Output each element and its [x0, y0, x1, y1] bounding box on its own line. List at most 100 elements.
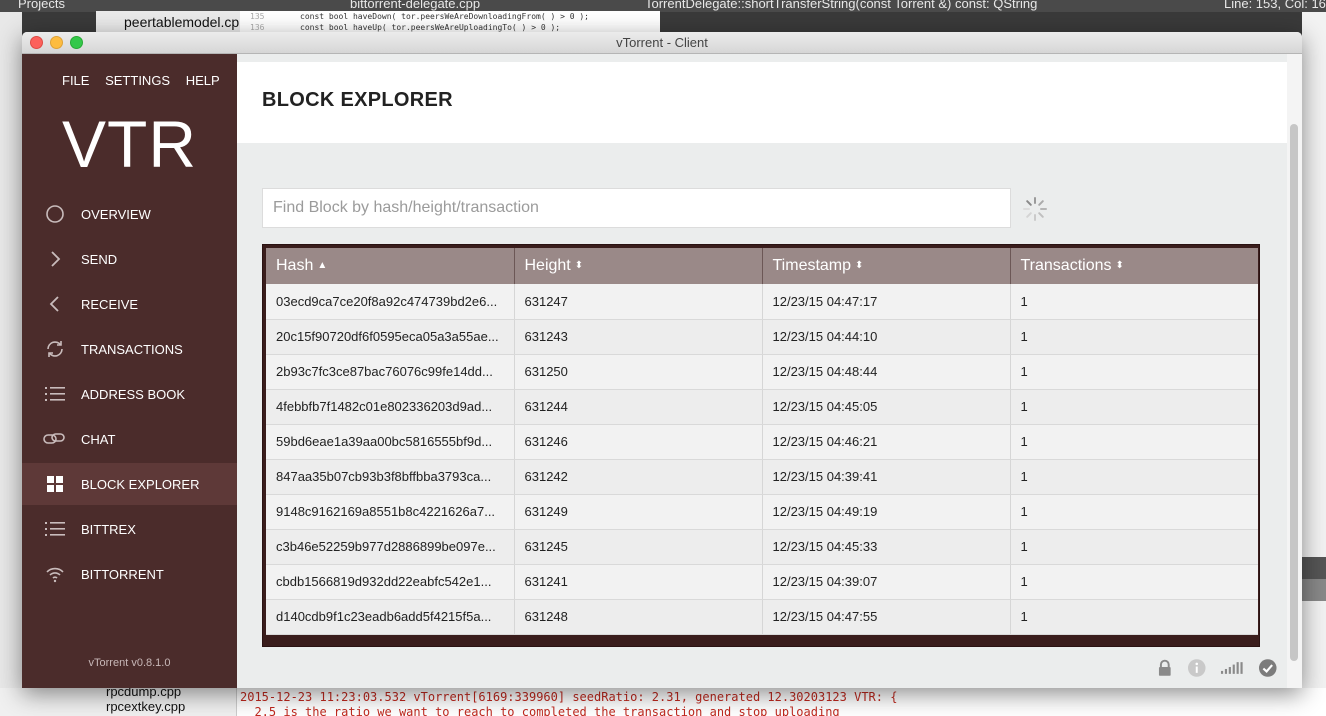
signal-icon[interactable] [1220, 661, 1243, 675]
table-row[interactable]: cbdb1566819d932dd22eabfc542e1... 631241 12… [266, 564, 1258, 600]
table-header-row: Hash ▲ Height ⬍ Timestamp ⬍ Transactions ⬍ [266, 248, 1258, 284]
sidebar-item-bittorrent[interactable]: BITTORRENT [22, 553, 237, 595]
sidebar-item-label: RECEIVE [81, 296, 139, 312]
wifi-icon [38, 562, 72, 586]
cell-height: 631243 [514, 319, 763, 355]
sort-both-icon: ⬍ [855, 260, 864, 272]
cell-transactions: 1 [1010, 459, 1258, 495]
ide-right-panel [1302, 12, 1326, 716]
blocks-table: Hash ▲ Height ⬍ Timestamp ⬍ Transactions ⬍ 0… [266, 248, 1258, 635]
cell-hash: cbdb1566819d932dd22eabfc542e1... [266, 564, 515, 600]
sidebar-item-receive[interactable]: RECEIVE [22, 283, 237, 325]
cell-timestamp: 12/23/15 04:45:05 [762, 389, 1011, 425]
cell-timestamp: 12/23/15 04:46:21 [762, 424, 1011, 460]
sidebar-item-label: BITTORRENT [81, 566, 164, 582]
sidebar-item-chat[interactable]: CHAT [22, 418, 237, 460]
table-row[interactable]: c3b46e52259b977d2886899be097e... 631245 12… [266, 529, 1258, 565]
cell-hash: 847aa35b07cb93b3f8bffbba3793ca... [266, 459, 515, 495]
page-header: BLOCK EXPLORER [237, 62, 1287, 143]
vertical-scrollbar[interactable] [1287, 54, 1302, 688]
app-window: vTorrent - Client FILE SETTINGS HELP VTR… [22, 32, 1302, 688]
ide-console-output: 2015-12-23 11:23:03.532 vTorrent[6169:33… [236, 688, 1326, 716]
table-row[interactable]: 2b93c7fc3ce87bac76076c99fe14dd... 631250 1… [266, 354, 1258, 390]
cell-height: 631242 [514, 459, 763, 495]
sidebar-item-label: CHAT [81, 431, 116, 447]
sort-both-icon: ⬍ [1115, 260, 1124, 272]
menu-help[interactable]: HELP [186, 73, 220, 88]
cell-height: 631246 [514, 424, 763, 460]
table-row[interactable]: 9148c9162169a8551b8c4221626a7... 631249 12… [266, 494, 1258, 530]
status-bar [1157, 656, 1277, 680]
sidebar-item-block-explorer[interactable]: BLOCK EXPLORER [22, 463, 237, 505]
info-icon[interactable] [1187, 658, 1207, 678]
check-circle-icon[interactable] [1258, 658, 1278, 678]
sidebar-item-label: ADDRESS BOOK [81, 386, 186, 402]
ide-file-peertablemodel[interactable]: peertablemodel.cpp [96, 11, 246, 33]
cell-timestamp: 12/23/15 04:47:17 [762, 284, 1011, 320]
cell-height: 631249 [514, 494, 763, 530]
sidebar-item-bittrex[interactable]: BITTREX [22, 508, 237, 550]
ide-projects-label: Projects [18, 0, 65, 11]
cell-hash: 20c15f90720df6f0595eca05a3a55ae... [266, 319, 515, 355]
cell-transactions: 1 [1010, 354, 1258, 390]
cell-transactions: 1 [1010, 564, 1258, 600]
table-row[interactable]: 4febbfb7f1482c01e802336203d9ad... 631244 1… [266, 389, 1258, 425]
cell-timestamp: 12/23/15 04:48:44 [762, 354, 1011, 390]
cell-hash: c3b46e52259b977d2886899be097e... [266, 529, 515, 565]
table-row[interactable]: 20c15f90720df6f0595eca05a3a55ae... 631243… [266, 319, 1258, 355]
cell-transactions: 1 [1010, 494, 1258, 530]
refresh-icon [38, 337, 72, 361]
block-search-input[interactable] [262, 188, 1011, 228]
column-header-timestamp[interactable]: Timestamp ⬍ [762, 248, 1011, 284]
page-title: BLOCK EXPLORER [262, 89, 453, 111]
sidebar-item-send[interactable]: SEND [22, 238, 237, 280]
table-row[interactable]: 03ecd9ca7ce20f8a92c474739bd2e6... 631247 1… [266, 284, 1258, 320]
loading-spinner-icon [1023, 197, 1047, 221]
ide-left-panel [0, 12, 22, 716]
app-logo: VTR [62, 107, 197, 181]
circle-icon [38, 202, 72, 226]
sidebar: FILE SETTINGS HELP VTR OVERVIEW SEND REC… [22, 54, 237, 688]
sidebar-item-label: TRANSACTIONS [81, 341, 183, 357]
cell-height: 631247 [514, 284, 763, 320]
cell-height: 631244 [514, 389, 763, 425]
table-row[interactable]: 59bd6eae1a39aa00bc5816555bf9d... 631246 12… [266, 424, 1258, 460]
sidebar-item-label: BLOCK EXPLORER [81, 476, 200, 492]
cell-timestamp: 12/23/15 04:49:19 [762, 494, 1011, 530]
column-header-transactions[interactable]: Transactions ⬍ [1010, 248, 1258, 284]
menu-bar: FILE SETTINGS HELP [62, 73, 232, 88]
cell-timestamp: 12/23/15 04:45:33 [762, 529, 1011, 565]
cell-hash: 2b93c7fc3ce87bac76076c99fe14dd... [266, 354, 515, 390]
cell-hash: 03ecd9ca7ce20f8a92c474739bd2e6... [266, 284, 515, 320]
cell-transactions: 1 [1010, 284, 1258, 320]
chat-link-icon [38, 427, 72, 451]
sidebar-item-label: SEND [81, 251, 118, 267]
cell-timestamp: 12/23/15 04:44:10 [762, 319, 1011, 355]
list-icon [38, 517, 72, 541]
cell-transactions: 1 [1010, 424, 1258, 460]
sort-ascending-icon: ▲ [317, 260, 328, 272]
menu-settings[interactable]: SETTINGS [105, 73, 170, 88]
cell-timestamp: 12/23/15 04:39:07 [762, 564, 1011, 600]
ide-cursor-position: Line: 153, Col: 16 [1224, 0, 1326, 11]
blocks-table-container: Hash ▲ Height ⬍ Timestamp ⬍ Transactions ⬍ 0… [262, 244, 1260, 647]
ide-tab-function[interactable]: TorrentDelegate::shortTransferString(con… [645, 0, 1037, 10]
menu-file[interactable]: FILE [62, 73, 89, 88]
app-version: vTorrent v0.8.1.0 [88, 657, 171, 669]
sidebar-item-overview[interactable]: OVERVIEW [22, 193, 237, 235]
column-header-height[interactable]: Height ⬍ [514, 248, 763, 284]
chevron-right-icon [38, 247, 72, 271]
list-icon [38, 382, 72, 406]
ide-file-rpcextkey[interactable]: rpcextkey.cpp [106, 699, 185, 714]
sidebar-item-address-book[interactable]: ADDRESS BOOK [22, 373, 237, 415]
cell-transactions: 1 [1010, 599, 1258, 635]
ide-tab-cpp[interactable]: bittorrent-delegate.cpp [350, 0, 480, 10]
chevron-left-icon [38, 292, 72, 316]
table-row[interactable]: d140cdb9f1c23eadb6add5f4215f5a... 631248 1… [266, 599, 1258, 635]
scrollbar-thumb[interactable] [1290, 124, 1298, 661]
table-row[interactable]: 847aa35b07cb93b3f8bffbba3793ca... 631242 1… [266, 459, 1258, 495]
lock-icon[interactable] [1157, 659, 1173, 677]
column-header-hash[interactable]: Hash ▲ [266, 248, 515, 284]
sidebar-item-transactions[interactable]: TRANSACTIONS [22, 328, 237, 370]
cell-hash: 59bd6eae1a39aa00bc5816555bf9d... [266, 424, 515, 460]
